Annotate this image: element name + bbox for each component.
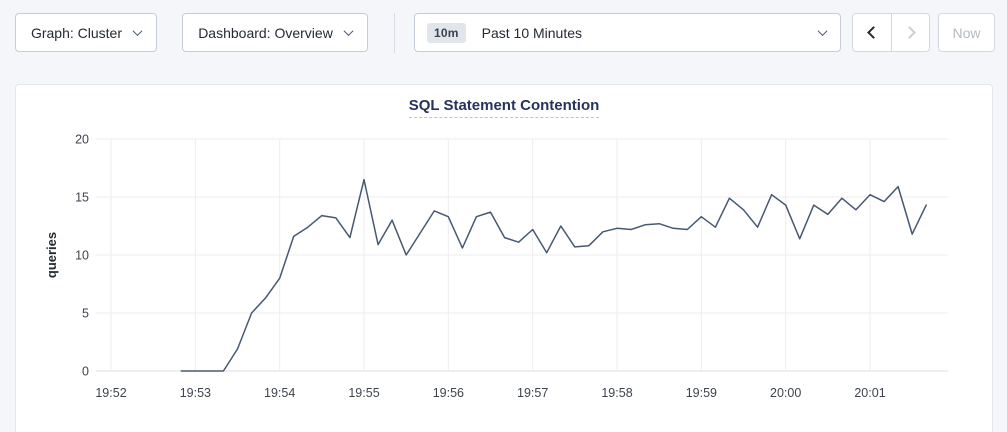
x-tick-label: 19:59 <box>686 386 717 400</box>
time-shift-next-button[interactable] <box>891 14 929 51</box>
dashboard-dropdown[interactable]: Dashboard: Overview <box>182 13 368 52</box>
x-tick-label: 20:01 <box>854 386 885 400</box>
chevron-down-icon <box>343 26 353 36</box>
y-tick-label: 20 <box>75 133 89 147</box>
x-tick-label: 19:53 <box>180 386 211 400</box>
time-shift-button-group <box>852 13 930 52</box>
time-range-dropdown[interactable]: 10m Past 10 Minutes <box>414 13 841 52</box>
toolbar: Graph: Cluster Dashboard: Overview 10m P… <box>0 0 1007 66</box>
series-line <box>181 180 926 371</box>
x-tick-label: 19:56 <box>433 386 464 400</box>
time-range-label: Past 10 Minutes <box>482 25 819 41</box>
now-button-label: Now <box>952 25 980 41</box>
y-axis-label: queries <box>44 232 59 278</box>
chevron-down-icon <box>133 26 143 36</box>
toolbar-divider <box>394 13 395 53</box>
dashboard-dropdown-label: Dashboard: Overview <box>198 25 333 41</box>
x-tick-label: 20:00 <box>770 386 801 400</box>
time-range-badge: 10m <box>427 23 466 43</box>
x-tick-label: 19:55 <box>348 386 379 400</box>
graph-dropdown-label: Graph: Cluster <box>31 25 122 41</box>
graph-dropdown[interactable]: Graph: Cluster <box>15 13 157 52</box>
chevron-left-icon <box>867 26 880 39</box>
time-shift-prev-button[interactable] <box>853 14 891 51</box>
x-tick-label: 19:52 <box>95 386 126 400</box>
x-tick-label: 19:57 <box>517 386 548 400</box>
contention-chart-svg[interactable]: 0 5 10 15 20 19:52 19:53 19:54 19:55 19:56 19:57 19… <box>16 85 994 432</box>
chevron-down-icon <box>818 26 828 36</box>
x-tick-label: 19:58 <box>601 386 632 400</box>
y-tick-label: 15 <box>75 191 89 205</box>
y-tick-label: 0 <box>82 365 89 379</box>
chart-panel: SQL Statement Contention 0510152019:5219… <box>15 84 993 432</box>
y-tick-label: 5 <box>82 307 89 321</box>
now-button[interactable]: Now <box>938 13 995 52</box>
x-tick-label: 19:54 <box>264 386 295 400</box>
chevron-right-icon <box>903 26 916 39</box>
y-tick-label: 10 <box>75 249 89 263</box>
